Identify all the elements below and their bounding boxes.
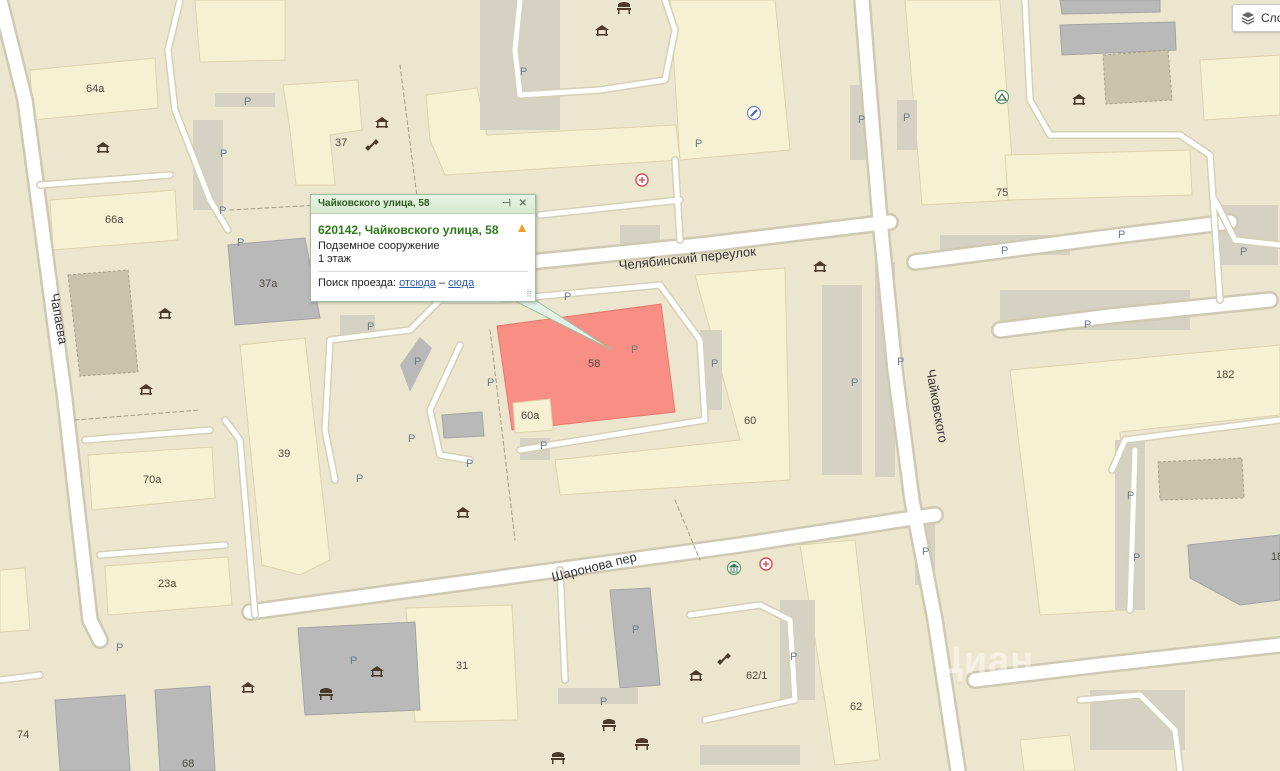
route-to-link[interactable]: сюда: [448, 277, 474, 289]
parking-label: P: [220, 148, 228, 160]
popup-header: Чайковского улица, 58 ⊣ ✕: [311, 195, 535, 214]
parking-label: P: [711, 358, 719, 370]
bench-icon: [319, 688, 333, 700]
parking-label: P: [564, 291, 572, 303]
pin-icon[interactable]: ⊣: [502, 195, 511, 213]
route-dash: –: [438, 277, 446, 289]
building-number: 66а: [105, 214, 124, 226]
parking-label: P: [790, 651, 798, 663]
bench-icon: [635, 738, 649, 750]
building-number: 23а: [158, 578, 177, 590]
playground-icon: [595, 25, 609, 36]
sport-center-icon[interactable]: [746, 105, 762, 121]
building-number: 70а: [143, 474, 162, 486]
parking-label: P: [922, 546, 930, 558]
clothing-store-icon[interactable]: [994, 89, 1010, 105]
parking-label: P: [600, 696, 608, 708]
parking-label: P: [1118, 229, 1126, 241]
parking-label: P: [897, 356, 905, 368]
parking-label: P: [116, 642, 124, 654]
route-label: Поиск проезда:: [318, 277, 396, 289]
parking-label: P: [350, 655, 358, 667]
playground-icon: [1072, 94, 1086, 105]
parking-label: P: [903, 112, 911, 124]
map-canvas[interactable]: [0, 0, 1280, 771]
building-number: 62: [850, 701, 863, 713]
building-number: 68: [182, 758, 195, 770]
building-number: 64а: [86, 83, 105, 95]
parking-label: P: [1084, 319, 1092, 331]
layers-button[interactable]: Сло: [1232, 4, 1280, 32]
route-from-link[interactable]: отсюда: [399, 277, 436, 289]
bench-icon: [617, 2, 631, 14]
resize-grip-icon[interactable]: ⠿: [526, 290, 532, 299]
parking-label: P: [1133, 552, 1141, 564]
layers-icon: [1241, 12, 1255, 25]
popup-route: Поиск проезда: отсюда – сюда: [318, 277, 535, 289]
pharmacy-icon[interactable]: [758, 556, 774, 572]
playground-icon: [375, 117, 389, 128]
parking-label: P: [695, 138, 703, 150]
popup-title: Чайковского улица, 58: [318, 198, 430, 209]
building-number: 39: [278, 448, 291, 460]
parking-label: P: [414, 356, 422, 368]
playground-icon: [689, 670, 703, 681]
popup-address: 620142, Чайковского улица, 58: [318, 223, 499, 237]
parking-label: P: [367, 321, 375, 333]
building-number: 18: [1271, 551, 1280, 563]
dumbbell-icon: [717, 653, 731, 665]
parking-label: P: [219, 205, 227, 217]
parking-label: P: [520, 66, 528, 78]
building-number: 62/1: [746, 670, 768, 682]
playground-icon: [370, 666, 384, 677]
parking-label: P: [1001, 245, 1009, 257]
playground-icon: [813, 261, 827, 272]
parking-label: P: [487, 377, 495, 389]
playground-icon: [96, 142, 110, 153]
building-number-selected[interactable]: 58: [588, 358, 600, 370]
building-number: 37: [335, 137, 348, 149]
popup-building-type: Подземное сооружение: [318, 240, 440, 252]
watermark: Циан: [935, 640, 1035, 682]
parking-label: P: [466, 458, 474, 470]
warning-icon[interactable]: [518, 224, 526, 232]
parking-label: P: [1127, 490, 1135, 502]
parking-label: P: [237, 237, 245, 249]
building-number: 37а: [259, 278, 278, 290]
playground-icon: [456, 507, 470, 518]
bench-icon: [602, 719, 616, 731]
playground-icon: [241, 682, 255, 693]
building-number: 31: [456, 660, 469, 672]
layers-label: Сло: [1261, 11, 1280, 25]
building-number: 60: [744, 415, 757, 427]
popup-floors: 1 этаж: [318, 253, 351, 265]
info-popup: Чайковского улица, 58 ⊣ ✕ 620142, Чайков…: [310, 194, 536, 302]
building-number: 75: [996, 187, 1009, 199]
parking-label: P: [408, 433, 416, 445]
parking-label: P: [851, 377, 859, 389]
parking-label: P: [356, 473, 364, 485]
bank-icon[interactable]: [726, 560, 742, 576]
parking-label: P: [632, 624, 640, 636]
close-icon[interactable]: ✕: [519, 195, 527, 213]
building-number: 74: [17, 729, 30, 741]
dumbbell-icon: [365, 139, 379, 151]
playground-icon: [158, 308, 172, 319]
pharmacy-icon[interactable]: [634, 172, 650, 188]
parking-label: P: [540, 440, 548, 452]
parking-label: P: [858, 114, 866, 126]
building-number: 182: [1216, 369, 1235, 381]
popup-divider: [318, 271, 528, 272]
parking-label: P: [631, 344, 639, 356]
parking-label: P: [244, 96, 252, 108]
playground-icon: [139, 384, 153, 395]
parking-label: P: [1240, 246, 1248, 258]
bench-icon: [551, 752, 565, 764]
building-number: 60а: [521, 410, 540, 422]
